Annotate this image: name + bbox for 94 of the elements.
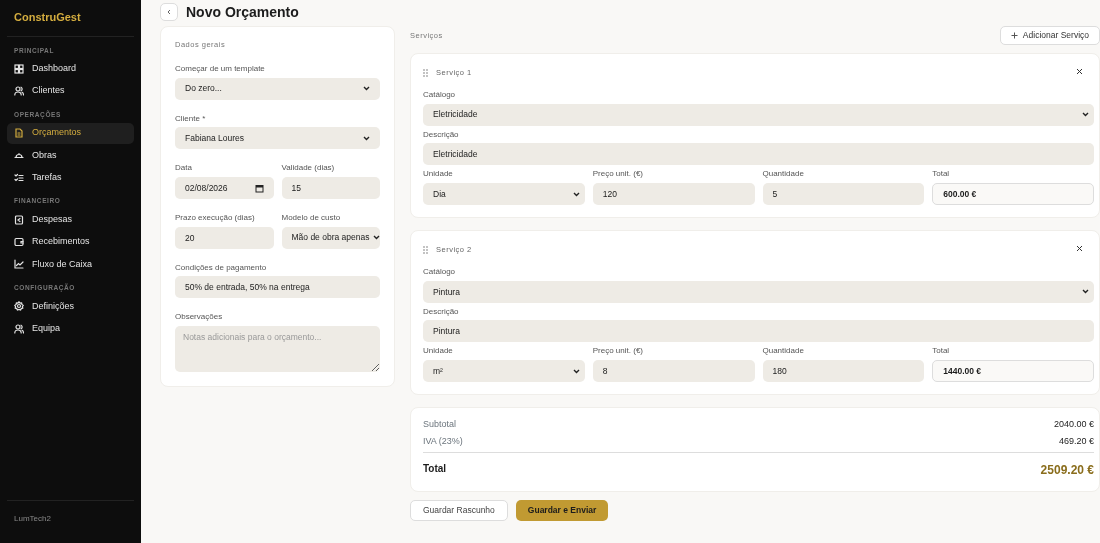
- summary-label: Subtotal: [423, 418, 457, 432]
- select-value: Eletricidade: [433, 108, 478, 122]
- back-button[interactable]: [160, 3, 178, 21]
- select-field[interactable]: Pintura: [423, 280, 1094, 303]
- input-field[interactable]: 50% de entrada, 50% na entrega: [175, 276, 380, 299]
- select-field[interactable]: Fabiana Loures: [175, 127, 380, 150]
- input-field[interactable]: 8: [592, 360, 755, 383]
- field-label: Cliente *: [175, 113, 207, 124]
- select-value: Mão de obra apenas: [291, 231, 370, 244]
- chevron-down-icon: [1082, 289, 1089, 295]
- gear-icon: [14, 301, 24, 312]
- field-label: Começar de um template: [175, 64, 266, 74]
- page-title: Novo Orçamento: [186, 3, 299, 21]
- select-value: Do zero...: [185, 82, 222, 96]
- chevron-down-icon: [572, 191, 580, 197]
- helmet-icon: [14, 150, 24, 161]
- field-label: Modelo de custo: [281, 213, 342, 223]
- field-label: Total: [932, 169, 951, 180]
- select-field[interactable]: Mão de obra apenas: [281, 226, 380, 249]
- users-icon: [14, 86, 24, 97]
- field-label: Prazo execução (dias): [175, 213, 256, 223]
- field-label: Data: [175, 163, 193, 174]
- field-label: Quantidade: [762, 169, 805, 180]
- sidebar-item[interactable]: Obras: [7, 144, 134, 166]
- input-field[interactable]: 20: [175, 226, 274, 249]
- app-logo: ConstruGest: [7, 0, 134, 37]
- date-value: 02/08/2026: [185, 181, 228, 195]
- sidebar-item[interactable]: Dashboard: [7, 58, 134, 80]
- drag-handle-icon[interactable]: [423, 245, 428, 254]
- chevron-down-icon: [363, 135, 370, 141]
- field-label: Descrição: [423, 306, 460, 317]
- document-icon: [14, 128, 24, 139]
- field-label: Preço unit. (€): [592, 169, 644, 180]
- field-label: Unidade: [423, 169, 454, 180]
- sidebar-item[interactable]: Tarefas: [7, 167, 134, 189]
- grid-icon: [14, 63, 24, 74]
- select-value: Dia: [433, 187, 446, 201]
- input-field[interactable]: Pintura: [423, 320, 1094, 343]
- select-field[interactable]: m²: [423, 360, 585, 383]
- total-label: Total: [423, 462, 447, 477]
- field-label: Descrição: [423, 129, 460, 140]
- input-field[interactable]: Eletricidade: [423, 143, 1094, 166]
- select-field[interactable]: Eletricidade: [423, 103, 1094, 126]
- chevron-down-icon: [572, 368, 580, 374]
- select-field[interactable]: Dia: [423, 183, 585, 206]
- field-label: Catálogo: [423, 267, 457, 277]
- sidebar-item[interactable]: Fluxo de Caixa: [7, 253, 134, 275]
- sidebar-item[interactable]: Clientes: [7, 80, 134, 102]
- summary-value: 469.20 €: [1058, 434, 1094, 448]
- draft-button[interactable]: Guardar Rascunho: [410, 500, 508, 522]
- wallet-icon: [14, 237, 24, 248]
- field-label: Validade (dias): [281, 163, 336, 174]
- close-icon: [1076, 244, 1083, 252]
- input-field[interactable]: 180: [762, 360, 925, 383]
- sidebar-item[interactable]: Recebimentos: [7, 231, 134, 253]
- input-field[interactable]: 120: [592, 183, 755, 206]
- field-label: Observações: [175, 312, 224, 322]
- total-field[interactable]: 600.00 €: [932, 183, 1094, 206]
- drag-handle-icon[interactable]: [423, 68, 428, 77]
- field-label: Total: [932, 346, 951, 357]
- sidebar-item[interactable]: Orçamentos: [7, 122, 134, 144]
- select-value: Pintura: [433, 285, 460, 299]
- field-label: Unidade: [423, 346, 454, 357]
- notes-field[interactable]: Notas adicionais para o orçamento...: [175, 325, 380, 372]
- plus-icon: [1010, 32, 1018, 39]
- back-icon: [166, 9, 172, 15]
- field-label: Quantidade: [762, 346, 805, 357]
- date-field[interactable]: 02/08/2026: [175, 177, 274, 200]
- sidebar-item[interactable]: Despesas: [7, 209, 134, 231]
- sidebar-item[interactable]: Equipa: [7, 318, 134, 340]
- close-icon: [1076, 67, 1083, 75]
- field-label: Condições de pagamento: [175, 262, 268, 273]
- total-field[interactable]: 1440.00 €: [932, 360, 1094, 383]
- chevron-down-icon: [363, 86, 370, 92]
- field-label: Preço unit. (€): [592, 346, 644, 357]
- chevron-down-icon: [373, 235, 381, 241]
- calendar-icon: [254, 183, 264, 193]
- select-field[interactable]: Do zero...: [175, 77, 380, 100]
- summary-value: 2040.00 €: [1053, 418, 1094, 432]
- chevron-down-icon: [1082, 112, 1089, 118]
- summary-label: IVA (23%): [423, 434, 463, 448]
- sidebar-item[interactable]: Definições: [7, 295, 134, 317]
- checklist-icon: [14, 172, 24, 183]
- workspace-name: LumTech2: [7, 500, 134, 543]
- field-label: Catálogo: [423, 90, 457, 100]
- total-value: 2509.20 €: [1040, 462, 1094, 480]
- send-button[interactable]: Guardar e Enviar: [515, 500, 609, 522]
- input-field[interactable]: 15: [281, 177, 380, 200]
- input-field[interactable]: 5: [762, 183, 925, 206]
- add-service-button[interactable]: Adicionar Serviço: [999, 26, 1100, 45]
- select-value: m²: [433, 364, 443, 378]
- users-icon: [14, 323, 24, 334]
- select-value: Fabiana Loures: [185, 132, 245, 145]
- chart-icon: [14, 259, 24, 270]
